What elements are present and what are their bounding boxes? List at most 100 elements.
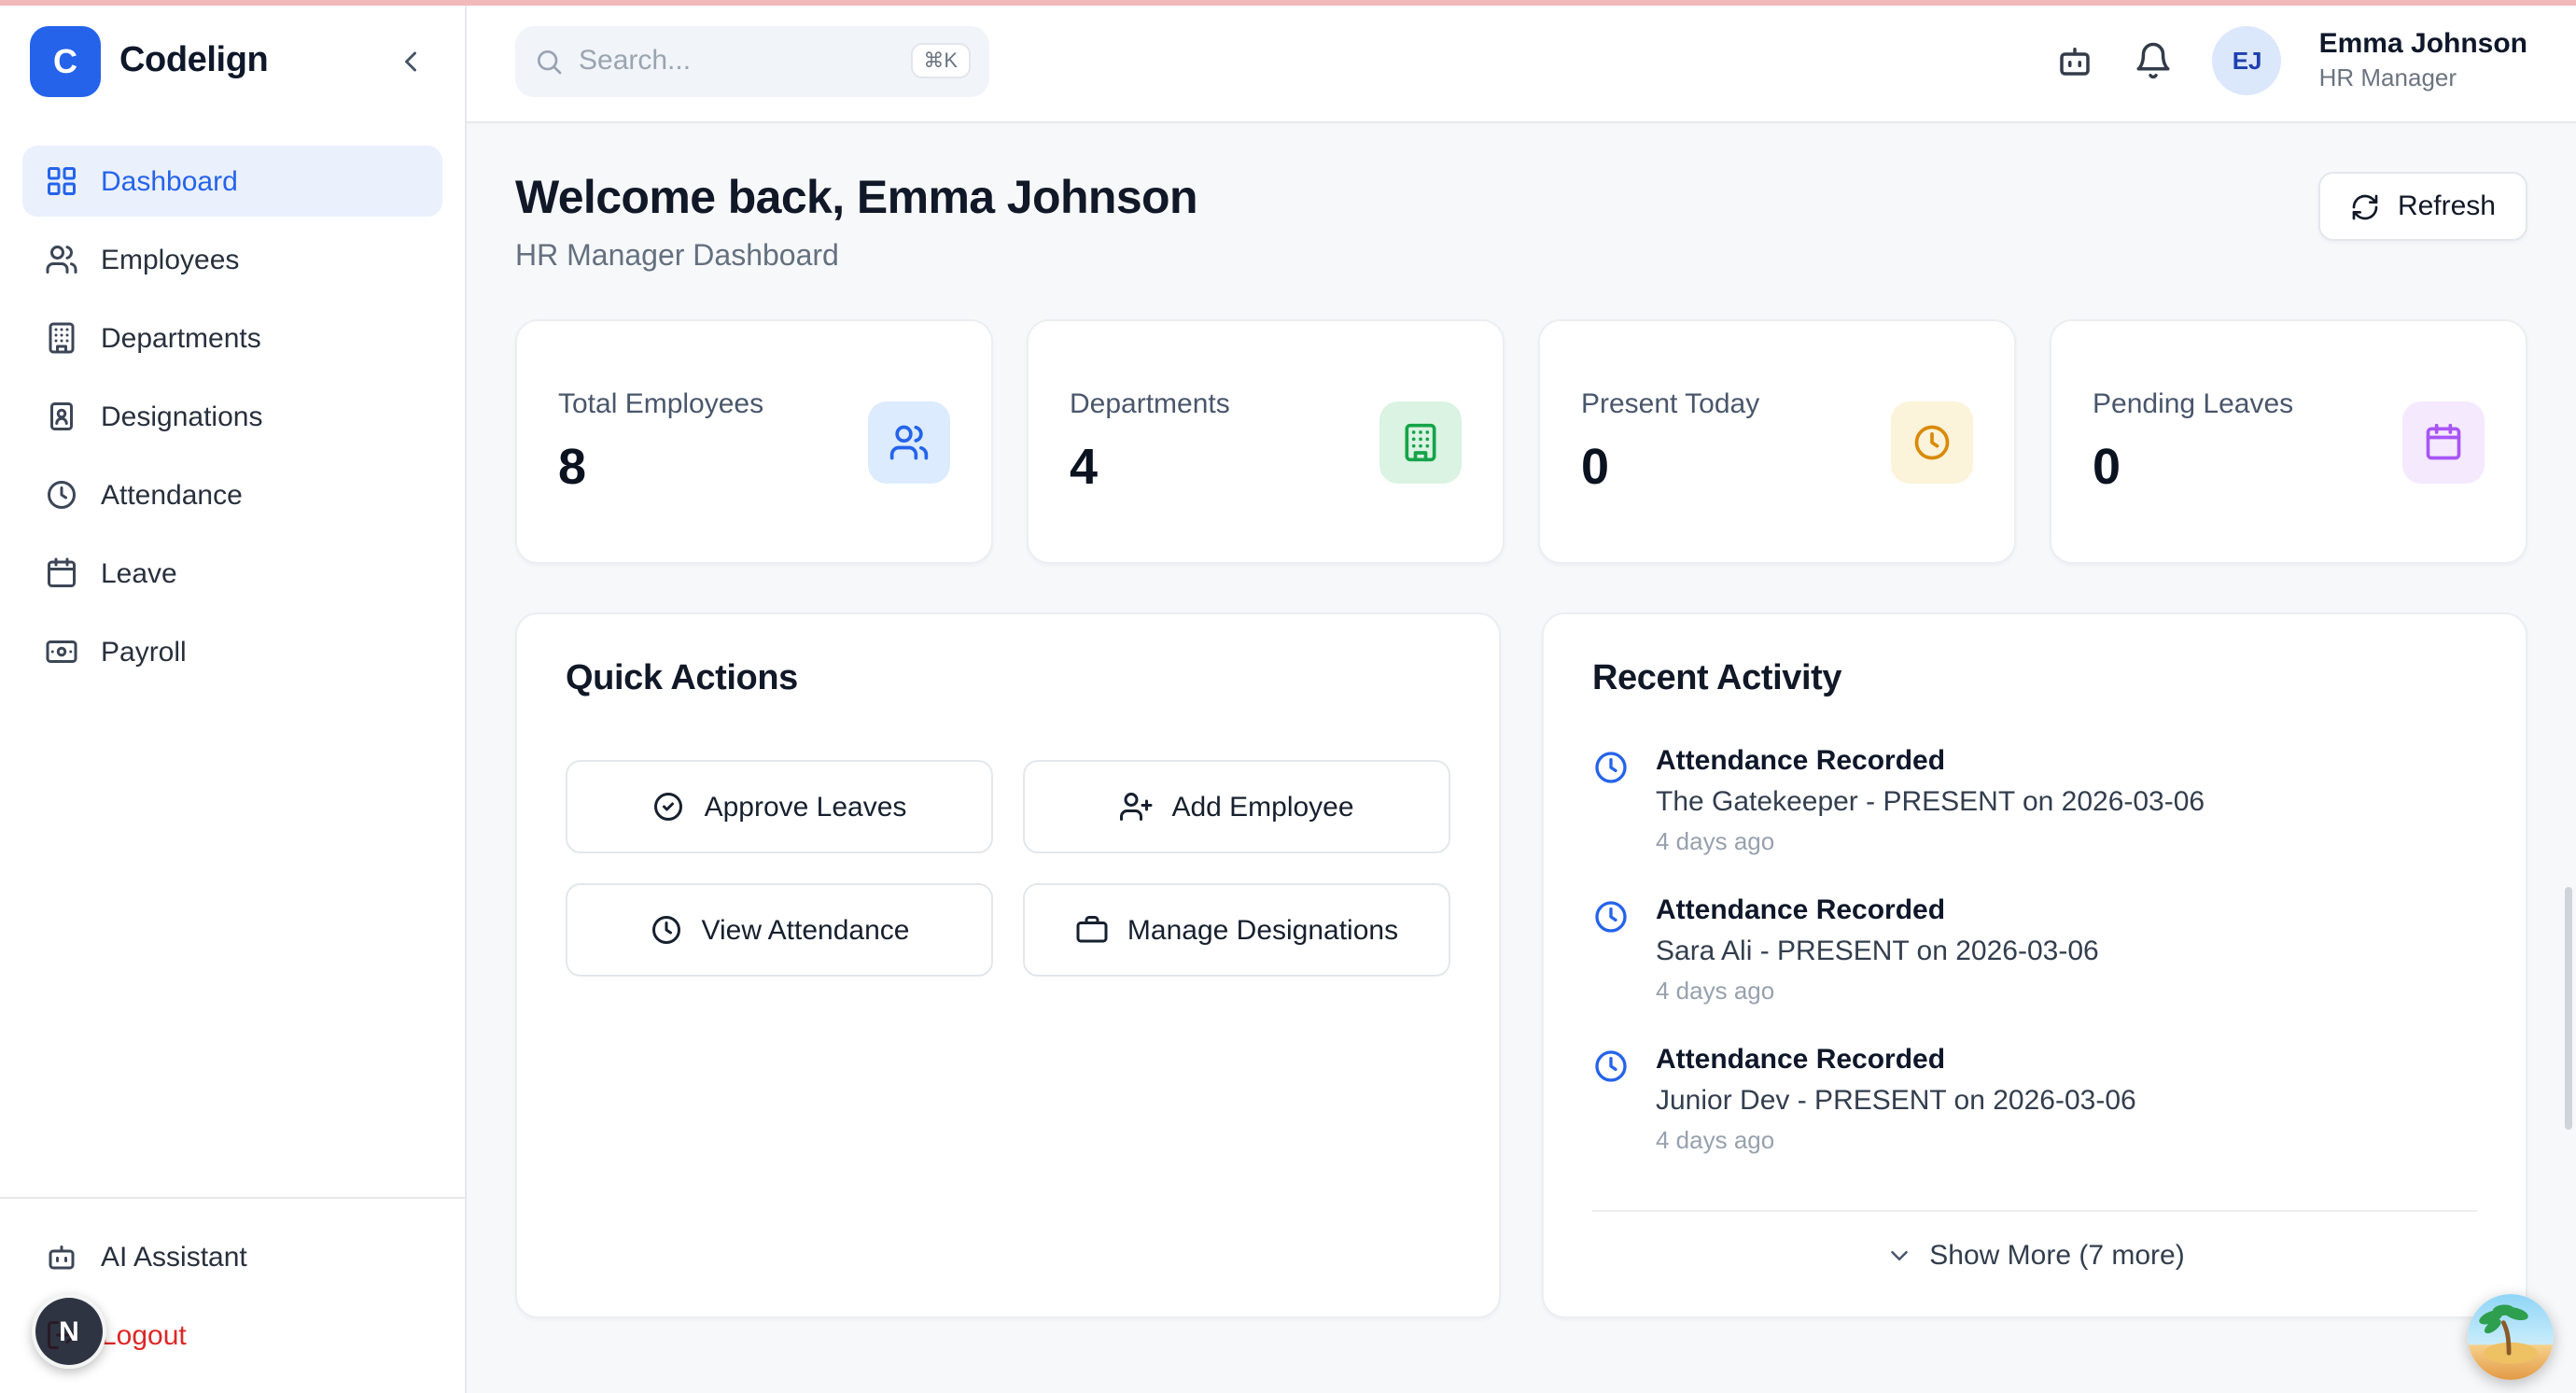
- app-title: Codelign: [119, 41, 268, 82]
- app-logo: C: [30, 26, 101, 97]
- bot-icon[interactable]: [2056, 40, 2097, 81]
- add-employee-button[interactable]: Add Employee: [1023, 760, 1450, 853]
- check-circle-icon: [652, 790, 686, 823]
- user-name: Emma Johnson: [2319, 28, 2527, 63]
- sidebar-item-employees[interactable]: Employees: [22, 224, 442, 295]
- activity-detail: Sara Ali - PRESENT on 2026-03-06: [1656, 936, 2099, 967]
- action-label: Add Employee: [1171, 791, 1353, 823]
- sidebar-item-label: Designations: [101, 401, 262, 432]
- show-more-button[interactable]: Show More (7 more): [1592, 1210, 2477, 1272]
- search-bar[interactable]: ⌘K: [515, 25, 989, 96]
- stat-card-present-today: Present Today 0: [1538, 319, 2016, 564]
- clock-icon: [45, 478, 78, 512]
- clock-icon: [1592, 1044, 1630, 1085]
- users-icon: [868, 401, 950, 483]
- sidebar-item-ai-assistant[interactable]: AI Assistant: [22, 1221, 442, 1292]
- users-icon: [45, 243, 78, 276]
- stat-card-departments: Departments 4: [1027, 319, 1505, 564]
- show-more-label: Show More (7 more): [1929, 1240, 2184, 1272]
- user-role: HR Manager: [2319, 63, 2527, 94]
- id-badge-icon: [45, 400, 78, 433]
- stat-value: 0: [2093, 438, 2293, 496]
- chevron-left-icon: [394, 45, 427, 78]
- briefcase-icon: [1075, 913, 1109, 947]
- bot-icon: [45, 1240, 78, 1273]
- calendar-icon: [2402, 401, 2485, 483]
- bell-icon[interactable]: [2135, 40, 2176, 81]
- island-float-button[interactable]: [2468, 1294, 2554, 1380]
- page-subtitle: HR Manager Dashboard: [515, 241, 1197, 274]
- calendar-icon: [45, 556, 78, 590]
- content-row: Quick Actions Approve Leaves Add Employe…: [515, 612, 2527, 1318]
- quick-actions-grid: Approve Leaves Add Employee View Attenda…: [566, 760, 1450, 977]
- refresh-label: Refresh: [2398, 190, 2496, 222]
- top-accent-line: [0, 0, 2576, 6]
- dashboard-grid-icon: [45, 164, 78, 198]
- app-window: C Codelign Dashboard Employees Departmen…: [0, 0, 2576, 1393]
- sidebar-item-label: Employees: [101, 244, 239, 275]
- activity-time: 4 days ago: [1656, 977, 2099, 1005]
- activity-item: Attendance Recorded The Gatekeeper - PRE…: [1592, 745, 2477, 855]
- activity-title: Attendance Recorded: [1656, 894, 2099, 926]
- clock-icon: [1592, 894, 1630, 936]
- activity-title: Attendance Recorded: [1656, 745, 2205, 777]
- page-header-text: Welcome back, Emma Johnson HR Manager Da…: [515, 172, 1197, 274]
- view-attendance-button[interactable]: View Attendance: [566, 883, 993, 977]
- sidebar: C Codelign Dashboard Employees Departmen…: [0, 0, 467, 1393]
- user-info: Emma Johnson HR Manager: [2319, 28, 2527, 93]
- activity-time: 4 days ago: [1656, 827, 2205, 855]
- stat-value: 8: [558, 438, 763, 496]
- user-plus-icon: [1119, 790, 1153, 823]
- sidebar-item-attendance[interactable]: Attendance: [22, 459, 442, 530]
- topbar: ⌘K EJ Emma Johnson HR Manager: [467, 0, 2576, 123]
- sidebar-spacer: [0, 710, 465, 1197]
- activity-item: Attendance Recorded Sara Ali - PRESENT o…: [1592, 894, 2477, 1005]
- tropical-island-icon: [2468, 1294, 2554, 1380]
- sidebar-item-label: Dashboard: [101, 165, 238, 197]
- activity-title: Attendance Recorded: [1656, 1044, 2136, 1076]
- refresh-button[interactable]: Refresh: [2319, 172, 2527, 241]
- activity-time: 4 days ago: [1656, 1126, 2136, 1154]
- sidebar-item-dashboard[interactable]: Dashboard: [22, 146, 442, 217]
- sidebar-item-label: Leave: [101, 557, 177, 589]
- search-shortcut-badge: ⌘K: [910, 43, 971, 78]
- sidebar-item-designations[interactable]: Designations: [22, 381, 442, 452]
- sidebar-header: C Codelign: [0, 0, 465, 120]
- stat-label: Departments: [1070, 387, 1230, 419]
- activity-detail: The Gatekeeper - PRESENT on 2026-03-06: [1656, 786, 2205, 818]
- floating-n-badge[interactable]: N: [32, 1294, 106, 1369]
- sidebar-nav: Dashboard Employees Departments Designat…: [0, 120, 465, 710]
- approve-leaves-button[interactable]: Approve Leaves: [566, 760, 993, 853]
- search-icon: [534, 46, 564, 76]
- manage-designations-button[interactable]: Manage Designations: [1023, 883, 1450, 977]
- sidebar-item-label: Departments: [101, 322, 261, 354]
- main-content: Welcome back, Emma Johnson HR Manager Da…: [467, 123, 2576, 1393]
- action-label: Approve Leaves: [705, 791, 907, 823]
- clock-icon: [1592, 745, 1630, 786]
- activity-list: Attendance Recorded The Gatekeeper - PRE…: [1592, 745, 2477, 1184]
- stat-label: Present Today: [1581, 387, 1759, 419]
- sidebar-item-label: Attendance: [101, 479, 243, 511]
- activity-item: Attendance Recorded Junior Dev - PRESENT…: [1592, 1044, 2477, 1154]
- stat-label: Total Employees: [558, 387, 763, 419]
- sidebar-item-payroll[interactable]: Payroll: [22, 616, 442, 687]
- sidebar-item-label: Logout: [101, 1319, 187, 1351]
- search-input[interactable]: [579, 45, 895, 77]
- stats-row: Total Employees 8 Departments 4 Present …: [515, 319, 2527, 564]
- sidebar-collapse-button[interactable]: [386, 37, 435, 86]
- sidebar-item-leave[interactable]: Leave: [22, 538, 442, 609]
- avatar[interactable]: EJ: [2213, 26, 2282, 95]
- sidebar-item-label: AI Assistant: [101, 1241, 247, 1273]
- banknote-icon: [45, 635, 78, 668]
- building-icon: [1379, 401, 1462, 483]
- stat-value: 0: [1581, 438, 1759, 496]
- sidebar-item-departments[interactable]: Departments: [22, 303, 442, 373]
- stat-card-total-employees: Total Employees 8: [515, 319, 993, 564]
- chevron-down-icon: [1884, 1242, 1912, 1270]
- action-label: Manage Designations: [1127, 914, 1398, 946]
- refresh-icon: [2351, 191, 2381, 221]
- stat-label: Pending Leaves: [2093, 387, 2293, 419]
- building-icon: [45, 321, 78, 355]
- scrollbar-thumb[interactable]: [2565, 887, 2572, 1130]
- stat-card-pending-leaves: Pending Leaves 0: [2050, 319, 2527, 564]
